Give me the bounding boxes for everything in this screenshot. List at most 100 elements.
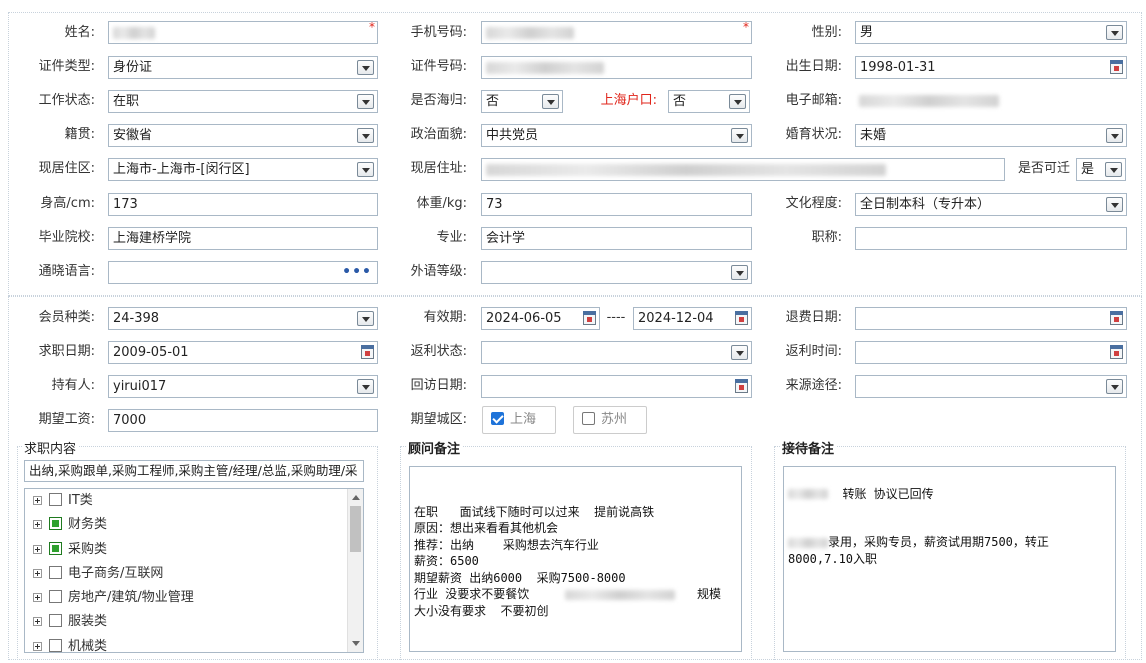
major-input[interactable]: 会计学 [481, 227, 752, 250]
birth-date-input[interactable]: 1998-01-31 [855, 56, 1127, 79]
expand-plus-icon[interactable] [33, 496, 42, 505]
checkbox-checked-icon[interactable] [49, 541, 62, 555]
chevron-down-icon[interactable] [357, 60, 374, 75]
calendar-icon[interactable] [1110, 60, 1123, 74]
tree-item[interactable]: 采购类 [25, 538, 363, 562]
checkbox-icon[interactable] [49, 493, 62, 506]
city-option-shanghai[interactable]: 上海 [482, 406, 556, 434]
tree-scrollbar[interactable] [347, 489, 363, 652]
expand-plus-icon[interactable] [33, 544, 42, 554]
tree-item[interactable]: IT类 [25, 489, 363, 513]
foreign-level-select[interactable] [481, 261, 752, 284]
tree-item[interactable]: 电子商务/互联网 [25, 562, 363, 586]
rebate-time-label: 返利时间: [785, 344, 842, 359]
political-select[interactable]: 中共党员 [481, 124, 752, 147]
reception-notes-textarea[interactable]: 转账 协议已回传 录用，采购专员，薪资试用期7500，转正 8000,7.10入职 [783, 466, 1116, 652]
source-select[interactable] [855, 375, 1127, 398]
valid-from-input[interactable]: 2024-06-05 [481, 307, 600, 330]
name-input[interactable]: * [108, 21, 378, 44]
education-select[interactable]: 全日制本科（专升本） [855, 193, 1127, 216]
relocate-select[interactable]: 是 [1076, 158, 1126, 181]
calendar-icon[interactable] [583, 311, 596, 325]
job-content-summary[interactable]: 出纳,采购跟单,采购工程师,采购主管/经理/总监,采购助理/采 [24, 460, 364, 482]
chevron-down-icon[interactable] [1106, 379, 1123, 394]
note-line: 大小没有要求 不要初创 [414, 603, 549, 618]
work-status-select[interactable]: 在职 [108, 90, 378, 113]
callback-date-input[interactable] [481, 375, 752, 398]
more-icon[interactable]: ••• [342, 262, 372, 283]
checkbox-icon[interactable] [49, 565, 62, 579]
chevron-down-icon[interactable] [1106, 25, 1123, 40]
weight-label: 体重/kg: [416, 196, 467, 211]
calendar-icon[interactable] [1110, 345, 1123, 359]
email-input[interactable] [855, 90, 1127, 113]
id-number-input[interactable] [481, 56, 752, 79]
chevron-down-icon[interactable] [357, 379, 374, 394]
chevron-down-icon[interactable] [731, 128, 748, 143]
chevron-down-icon[interactable] [357, 94, 374, 109]
valid-to-input[interactable]: 2024-12-04 [633, 307, 752, 330]
weight-input[interactable]: 73 [481, 193, 752, 216]
residence-area-select[interactable]: 上海市-上海市-[闵行区] [108, 158, 378, 181]
callback-label: 回访日期: [410, 378, 467, 393]
consultant-notes-textarea[interactable]: 在职 面试线下随时可以过来 提前说高铁 原因：想出来看看其他机会 推荐：出纳 采购想… [409, 466, 742, 652]
hukou-select[interactable]: 否 [668, 90, 750, 113]
expand-plus-icon[interactable] [33, 593, 42, 603]
checkbox-checked-icon[interactable] [491, 412, 504, 425]
calendar-icon[interactable] [735, 311, 748, 325]
expand-plus-icon[interactable] [33, 641, 42, 651]
city-option-suzhou[interactable]: 苏州 [573, 406, 647, 434]
checkbox-icon[interactable] [49, 638, 62, 652]
id-number-label: 证件号码: [410, 59, 467, 74]
chevron-down-icon[interactable] [542, 94, 559, 109]
holder-select[interactable]: yirui017 [108, 375, 378, 398]
checkbox-icon[interactable] [582, 412, 595, 425]
address-input[interactable] [481, 158, 1005, 181]
rebate-status-select[interactable] [481, 341, 752, 364]
checkbox-icon[interactable] [49, 614, 62, 628]
chevron-down-icon[interactable] [1106, 128, 1123, 143]
salary-input[interactable]: 7000 [108, 409, 378, 432]
chevron-down-icon[interactable] [731, 345, 748, 360]
scroll-thumb[interactable] [350, 506, 361, 552]
tree-item[interactable]: 服装类 [25, 610, 363, 634]
member-type-select[interactable]: 24-398 [108, 307, 378, 330]
job-category-tree[interactable]: IT类财务类采购类 电子商务/互联网 房地产/建筑/物业管理 服装类 机械类 [24, 488, 364, 653]
height-input[interactable]: 173 [108, 193, 378, 216]
language-input[interactable]: ••• [108, 261, 378, 284]
calendar-icon[interactable] [1110, 311, 1123, 325]
tree-item[interactable]: 机械类 [25, 635, 363, 652]
returnee-select[interactable]: 否 [481, 90, 563, 113]
scroll-up-icon[interactable] [352, 495, 360, 500]
scroll-down-icon[interactable] [352, 641, 360, 646]
phone-input[interactable]: * [481, 21, 752, 44]
checkbox-icon[interactable] [49, 590, 62, 604]
tree-item[interactable]: 房地产/建筑/物业管理 [25, 586, 363, 610]
refund-date-input[interactable] [855, 307, 1127, 330]
calendar-icon[interactable] [735, 379, 748, 393]
chevron-down-icon[interactable] [729, 94, 746, 109]
tree-item-label: 财务类 [68, 517, 108, 533]
chevron-down-icon[interactable] [1106, 197, 1123, 212]
chevron-down-icon[interactable] [1105, 162, 1122, 177]
tree-item[interactable]: 财务类 [25, 513, 363, 537]
job-date-input[interactable]: 2009-05-01 [108, 341, 378, 364]
id-type-select[interactable]: 身份证 [108, 56, 378, 79]
redacted-text [565, 589, 676, 600]
chevron-down-icon[interactable] [357, 128, 374, 143]
expand-plus-icon[interactable] [33, 520, 42, 530]
checkbox-checked-icon[interactable] [49, 517, 62, 531]
native-select[interactable]: 安徽省 [108, 124, 378, 147]
chevron-down-icon[interactable] [731, 265, 748, 280]
chevron-down-icon[interactable] [357, 162, 374, 177]
calendar-icon[interactable] [361, 345, 374, 359]
school-input[interactable]: 上海建桥学院 [108, 227, 378, 250]
expand-plus-icon[interactable] [33, 568, 42, 578]
title-input[interactable] [855, 227, 1127, 250]
rebate-time-input[interactable] [855, 341, 1127, 364]
chevron-down-icon[interactable] [357, 311, 374, 326]
marital-select[interactable]: 未婚 [855, 124, 1127, 147]
gender-select[interactable]: 男 [855, 21, 1127, 44]
expand-plus-icon[interactable] [33, 617, 42, 627]
